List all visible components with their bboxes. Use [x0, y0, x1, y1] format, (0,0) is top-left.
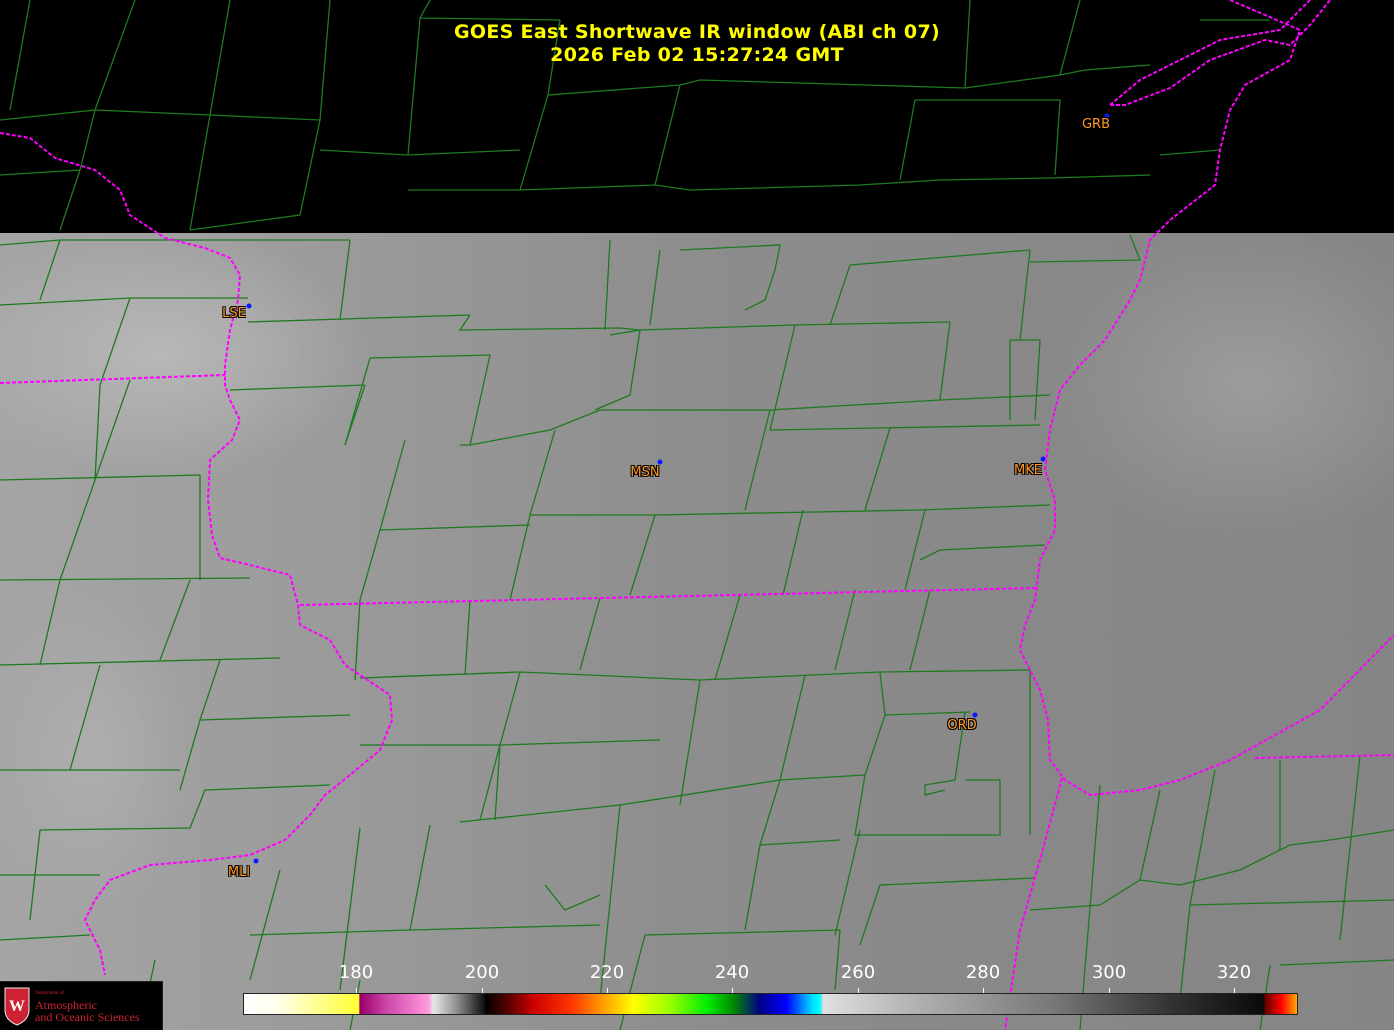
aos-logo: W Department of Atmospheric and Oceanic … [0, 981, 163, 1030]
map-overlay [0, 0, 1394, 1030]
colorbar-tick-label: 220 [589, 962, 625, 983]
map-timestamp: 2026 Feb 02 15:27:24 GMT [550, 44, 844, 66]
station-marker-mke [1040, 456, 1046, 462]
logo-department-line: Department of [35, 991, 65, 996]
station-label-lse: LSE [222, 306, 246, 321]
colorbar-tick-label: 200 [464, 962, 500, 983]
station-label-mli: MLI [227, 865, 251, 880]
colorbar-tick-label: 240 [714, 962, 750, 983]
station-label-ord: ORD [947, 718, 977, 733]
svg-text:W: W [9, 998, 25, 1015]
station-label-grb: GRB [1081, 117, 1111, 132]
colorbar-tick-label: 320 [1216, 962, 1252, 983]
state-boundaries [0, 0, 1394, 1030]
colorbar-tick-label: 180 [338, 962, 374, 983]
station-label-msn: MSN [630, 465, 660, 480]
station-marker-mli [253, 858, 259, 864]
map-title: GOES East Shortwave IR window (ABI ch 07… [454, 21, 940, 43]
station-marker-ord [972, 712, 978, 718]
colorbar-tick-label: 260 [840, 962, 876, 983]
temperature-colorbar [243, 993, 1298, 1015]
colorbar-tick-label: 300 [1091, 962, 1127, 983]
logo-name-line2: and Oceanic Sciences [35, 1010, 140, 1024]
colorbar-gradient [243, 993, 1298, 1015]
station-label-mke: MKE [1014, 463, 1042, 478]
station-marker-lse [246, 303, 252, 309]
station-marker-msn [657, 459, 663, 465]
uw-shield-icon: W [4, 987, 30, 1026]
satellite-map-view: GOES East Shortwave IR window (ABI ch 07… [0, 0, 1394, 1030]
colorbar-tick-label: 280 [965, 962, 1001, 983]
